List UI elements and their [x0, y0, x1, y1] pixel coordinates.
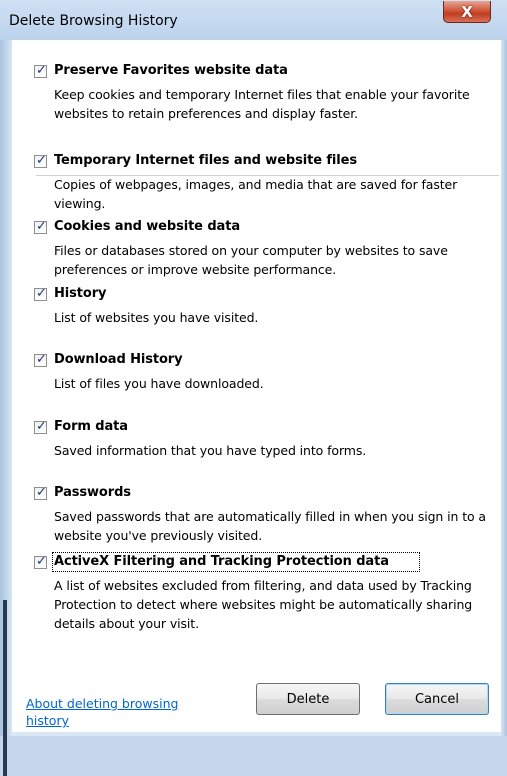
checkbox-temporary-internet-files[interactable]: ✓: [34, 153, 47, 168]
checkmark-icon: ✓: [36, 485, 47, 500]
delete-browsing-history-dialog: Delete Browsing History X ✓ Preserve Fav…: [0, 0, 507, 776]
checkbox-cookies[interactable]: ✓: [34, 219, 47, 234]
checkmark-icon: ✓: [36, 419, 47, 434]
option-description: Saved passwords that are automatically f…: [54, 509, 486, 543]
checkmark-icon: ✓: [36, 352, 47, 367]
option-description: List of websites you have visited.: [54, 310, 259, 325]
background-strip: [3, 600, 7, 776]
checkbox-form-data[interactable]: ✓: [34, 419, 47, 434]
checkbox-preserve-favorites[interactable]: ✓: [34, 63, 47, 78]
checkmark-icon: ✓: [36, 153, 47, 168]
title-bar[interactable]: Delete Browsing History X: [0, 0, 507, 40]
about-deleting-history-link[interactable]: About deleting browsing history: [26, 695, 196, 729]
option-description: Saved information that you have typed in…: [54, 443, 367, 458]
option-description: A list of websites excluded from filteri…: [54, 578, 473, 631]
option-title: Download History: [54, 352, 183, 367]
option-title: Cookies and website data: [54, 219, 240, 234]
option-description: Keep cookies and temporary Internet file…: [54, 87, 470, 121]
option-title: Passwords: [54, 485, 131, 500]
option-title: Form data: [54, 419, 128, 434]
checkbox-history[interactable]: ✓: [34, 286, 47, 301]
checkbox-passwords[interactable]: ✓: [34, 485, 47, 500]
option-description: Copies of webpages, images, and media th…: [54, 177, 458, 211]
option-title: ActiveX Filtering and Tracking Protectio…: [54, 554, 389, 569]
close-button[interactable]: X: [443, 1, 491, 23]
option-description: List of files you have downloaded.: [54, 376, 264, 391]
close-icon: X: [461, 2, 473, 21]
checkmark-icon: ✓: [36, 63, 47, 78]
checkmark-icon: ✓: [36, 554, 47, 569]
window-left-frame: [0, 40, 12, 776]
option-title: Temporary Internet files and website fil…: [54, 153, 357, 168]
cancel-button[interactable]: Cancel: [385, 683, 489, 715]
checkmark-icon: ✓: [36, 219, 47, 234]
dialog-content: ✓ Preserve Favorites website data Keep c…: [12, 40, 501, 732]
checkbox-download-history[interactable]: ✓: [34, 352, 47, 367]
delete-button[interactable]: Delete: [256, 683, 360, 715]
checkbox-activex-tracking[interactable]: ✓: [34, 554, 47, 569]
option-description: Files or databases stored on your comput…: [54, 243, 448, 277]
option-title: History: [54, 286, 107, 301]
option-title: Preserve Favorites website data: [54, 63, 288, 78]
dialog-title: Delete Browsing History: [9, 13, 178, 29]
checkmark-icon: ✓: [36, 286, 47, 301]
window-right-frame: [501, 40, 507, 736]
